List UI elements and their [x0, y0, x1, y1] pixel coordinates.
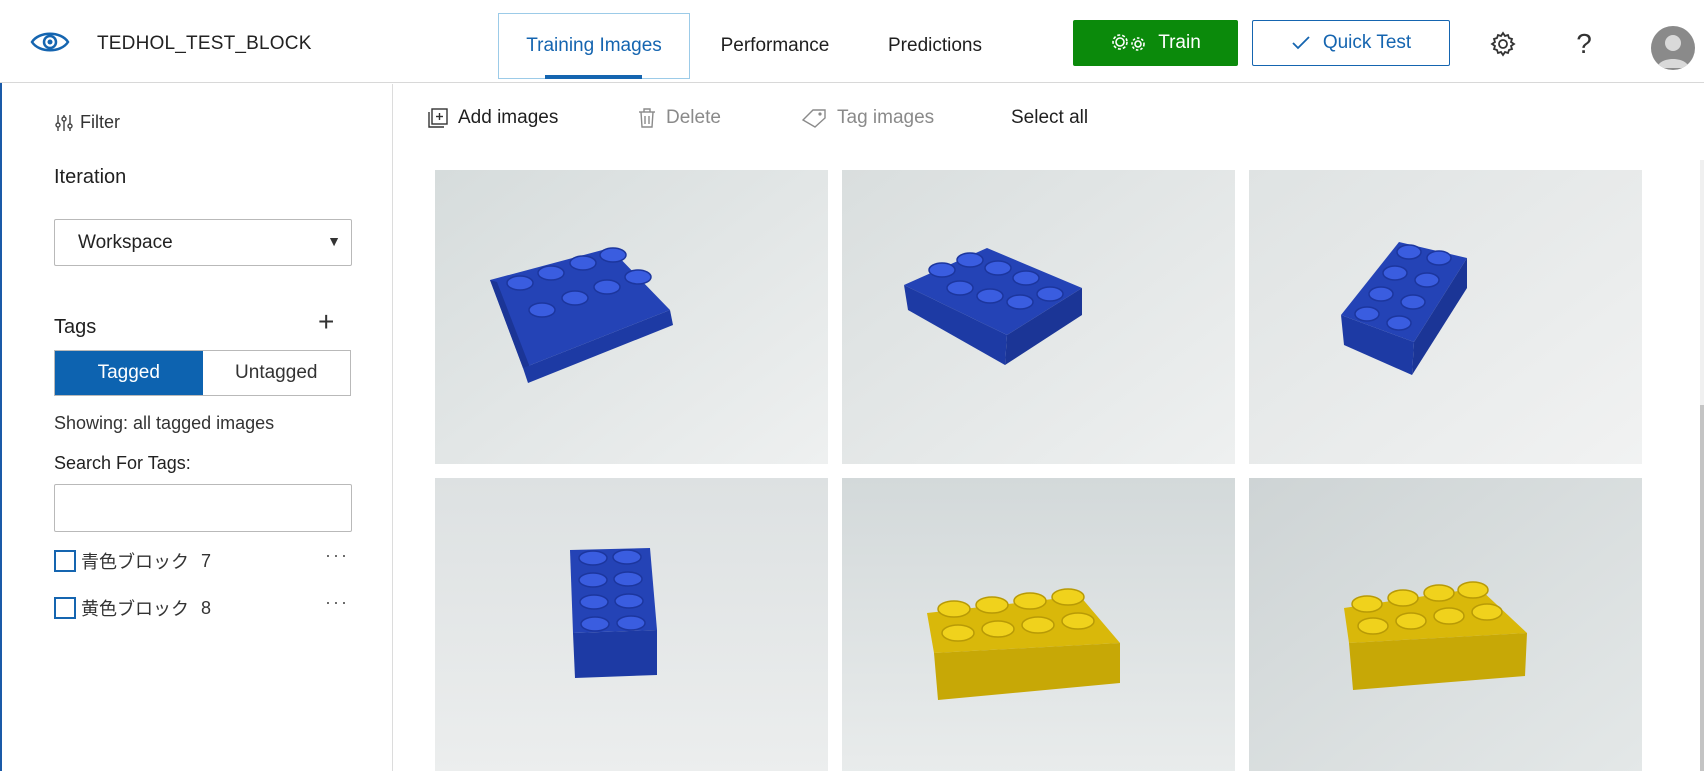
- add-tag-plus-icon[interactable]: +: [318, 308, 334, 336]
- image-thumbnail[interactable]: [1249, 478, 1642, 771]
- tagged-option[interactable]: Tagged: [55, 351, 203, 395]
- trash-icon: [639, 108, 655, 128]
- tagged-toggle: Tagged Untagged: [54, 350, 351, 396]
- project-title: TEDHOL_TEST_BLOCK: [97, 33, 312, 54]
- top-bar: TEDHOL_TEST_BLOCK Training Images Perfor…: [0, 0, 1704, 83]
- tag-name: 黄色ブロック: [81, 599, 189, 619]
- tag-item-blue[interactable]: 青色ブロック 7 ···: [54, 545, 349, 574]
- iteration-value: Workspace: [78, 231, 173, 253]
- tab-predictions[interactable]: Predictions: [870, 13, 1000, 79]
- tab-training-images[interactable]: Training Images: [498, 13, 690, 79]
- tab-label: Performance: [720, 35, 830, 56]
- tag-icon: [801, 109, 826, 128]
- tag-checkbox[interactable]: [54, 550, 76, 572]
- tag-checkbox[interactable]: [54, 597, 76, 619]
- blue-brick-image: [1249, 170, 1642, 464]
- add-images-button[interactable]: Add images: [428, 107, 558, 129]
- tag-name: 青色ブロック: [81, 552, 189, 572]
- more-options-icon[interactable]: ···: [325, 592, 349, 613]
- gear-icon: [1490, 31, 1516, 57]
- blue-brick-image: [435, 170, 828, 464]
- image-thumbnail[interactable]: [842, 478, 1235, 771]
- image-thumbnail[interactable]: [1249, 170, 1642, 464]
- help-icon: ?: [1576, 28, 1592, 59]
- delete-button[interactable]: Delete: [638, 107, 721, 129]
- active-tab-indicator: [545, 75, 642, 79]
- add-images-label: Add images: [458, 107, 559, 128]
- dropdown-caret-icon: ▼: [327, 233, 341, 249]
- delete-label: Delete: [666, 107, 721, 128]
- image-thumbnail[interactable]: [435, 170, 828, 464]
- avatar[interactable]: [1651, 26, 1695, 70]
- tag-item-yellow[interactable]: 黄色ブロック 8 ···: [54, 592, 349, 621]
- tab-label: Predictions: [888, 35, 982, 56]
- yellow-brick-image: [842, 478, 1235, 771]
- train-label: Train: [1158, 32, 1201, 53]
- eye-logo-icon[interactable]: [30, 28, 70, 56]
- showing-status: Showing: all tagged images: [54, 413, 275, 433]
- tag-images-label: Tag images: [837, 107, 935, 128]
- settings-button[interactable]: [1485, 26, 1521, 62]
- filter-sliders-icon: [55, 114, 73, 131]
- tab-label: Training Images: [526, 35, 662, 56]
- vertical-scrollbar[interactable]: [1700, 160, 1704, 771]
- tag-count: 8: [201, 597, 212, 618]
- more-options-icon[interactable]: ···: [325, 545, 349, 566]
- image-thumbnail[interactable]: [842, 170, 1235, 464]
- blue-brick-image: [435, 478, 828, 771]
- tags-heading: Tags: [54, 316, 97, 338]
- image-thumbnail[interactable]: [435, 478, 828, 771]
- filter-label: Filter: [80, 112, 120, 132]
- select-all-button[interactable]: Select all: [1011, 107, 1088, 129]
- user-icon: [1657, 35, 1689, 68]
- yellow-brick-image: [1249, 478, 1642, 771]
- gears-icon: [1112, 34, 1146, 51]
- train-button[interactable]: Train: [1073, 20, 1238, 66]
- checkmark-icon: [1292, 36, 1310, 50]
- quick-test-label: Quick Test: [1322, 32, 1412, 53]
- tag-count: 7: [201, 550, 212, 571]
- untagged-option[interactable]: Untagged: [202, 351, 350, 395]
- help-button[interactable]: ?: [1566, 26, 1602, 62]
- iteration-heading: Iteration: [54, 166, 127, 188]
- tag-images-button[interactable]: Tag images: [801, 107, 934, 129]
- search-tags-input[interactable]: [54, 484, 352, 532]
- scrollbar-thumb[interactable]: [1700, 405, 1704, 771]
- quick-test-button[interactable]: Quick Test: [1252, 20, 1450, 66]
- add-image-icon: [428, 108, 448, 128]
- sidebar: Filter Iteration Workspace ▼ Tags + Tagg…: [2, 84, 393, 771]
- search-tags-label: Search For Tags:: [54, 453, 191, 473]
- select-all-label: Select all: [1011, 107, 1089, 128]
- blue-brick-image: [842, 170, 1235, 464]
- tab-performance[interactable]: Performance: [705, 13, 845, 79]
- filter-button[interactable]: Filter: [54, 112, 120, 133]
- iteration-dropdown[interactable]: Workspace ▼: [54, 219, 352, 266]
